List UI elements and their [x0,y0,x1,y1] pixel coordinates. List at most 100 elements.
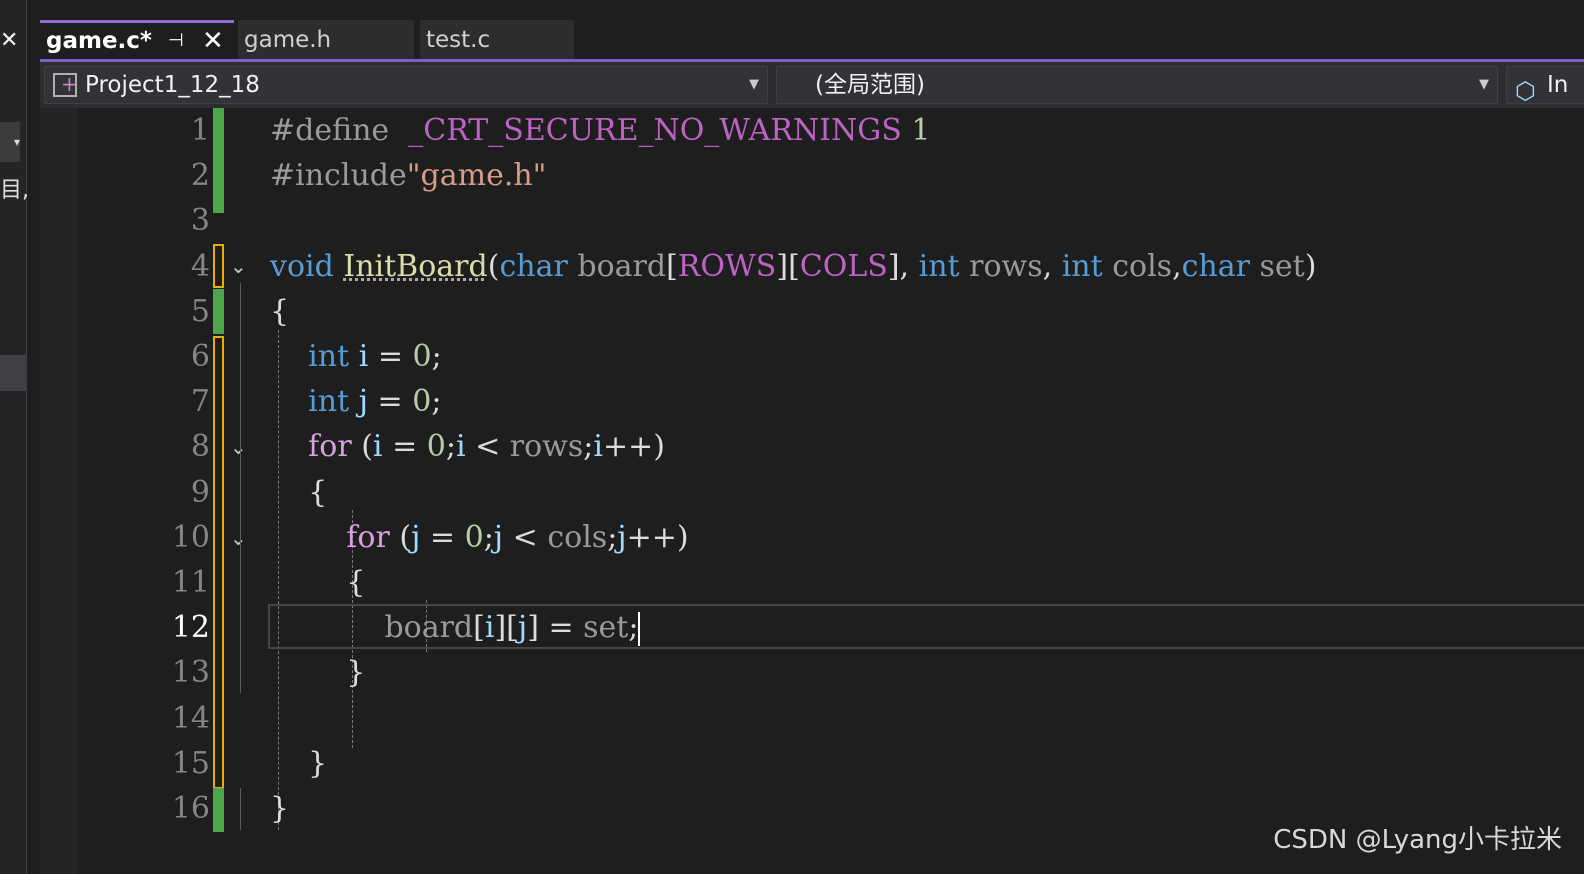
saved-change-marker [213,788,224,832]
tab-test-c[interactable]: test.c [420,20,574,60]
code-token: "game.h" [406,158,547,194]
code-token: int [918,248,960,284]
code-token: = [368,339,413,374]
code-token: set [583,610,629,646]
code-token: ; [583,429,594,465]
code-token: i [372,429,383,465]
code-line[interactable]: { [270,470,327,515]
code-token: j [617,519,627,555]
code-line[interactable]: #include"game.h" [270,153,546,198]
code-token: { [270,474,328,510]
scope-name: (全局范围) [815,72,925,98]
saved-change-marker [213,289,224,334]
code-token: for [308,429,352,465]
code-line[interactable]: board[i][j] = set; [270,605,641,650]
close-icon[interactable]: ✕ [0,28,18,53]
code-token: i [455,429,466,465]
selected-tree-item[interactable] [0,355,26,391]
code-token: ; [431,339,442,374]
code-token: int [1061,248,1103,284]
scope-dropdown[interactable]: (全局范围) ▼ [776,66,1498,104]
chevron-down-icon[interactable]: ▾ [0,122,20,162]
close-tab-icon[interactable]: ✕ [202,23,224,59]
pin-icon[interactable]: ⊣ [168,23,184,59]
code-line[interactable]: void InitBoard(char board[ROWS][COLS], i… [270,244,1316,289]
code-token: ++) [602,429,665,465]
watermark: CSDN @Lyang小卡拉米 [1273,825,1562,855]
code-token: j [358,384,368,420]
code-line[interactable]: { [270,289,289,334]
code-line[interactable]: int j = 0; [270,379,441,424]
code-line[interactable]: { [270,560,365,605]
code-token: = [368,384,413,420]
code-token: ++) [626,519,689,555]
code-token: char [499,248,568,284]
code-token: ; [607,519,618,555]
code-token: [ [473,610,485,646]
code-token: , [1042,248,1062,284]
code-token: char [1181,248,1250,284]
saved-change-marker [213,108,224,213]
code-token: #define [270,113,399,148]
code-line[interactable]: int i = 0; [270,334,442,379]
fold-toggle-icon[interactable]: ⌄ [230,516,247,561]
tab-game-c[interactable]: game.c* ⊣ ✕ [40,20,234,60]
code-token: i [358,339,369,374]
code-token: ( [351,429,373,465]
code-line[interactable]: for (i = 0;i < rows;i++) [270,424,665,469]
code-token: for [346,519,390,555]
code-token: #include [270,158,407,194]
member-dropdown[interactable]: ⬡ In [1506,66,1584,105]
line-number: 11 [171,565,210,600]
project-icon [53,66,78,102]
code-line[interactable]: } [270,786,289,831]
tab-label: test.c [426,27,491,53]
line-number: 1 [190,113,210,148]
code-line[interactable]: #define _CRT_SECURE_NO_WARNINGS 1 [270,108,930,153]
code-token: ; [445,429,456,465]
line-number: 3 [190,203,210,239]
code-token: } [270,655,366,691]
code-token: void [270,248,334,284]
code-token: } [270,791,290,826]
fold-region-line [240,283,241,693]
code-token: board [384,610,474,646]
tab-game-h[interactable]: game.h [238,20,414,60]
fold-toggle-icon[interactable]: ⌄ [230,425,247,470]
unsaved-change-marker [213,244,224,288]
member-name: In [1547,72,1569,98]
code-token: [ [666,248,678,284]
code-token: board [577,248,667,284]
line-number: 6 [190,339,210,374]
code-token: ROWS [677,248,777,284]
code-line[interactable]: } [270,741,327,786]
panel-partial-text: 目, [0,178,29,203]
fold-toggle-icon[interactable]: ⌄ [230,244,247,289]
code-token: 0 [412,339,432,374]
line-number: 4 [190,248,210,284]
code-line[interactable]: } [270,650,365,695]
code-token: 0 [412,384,432,420]
line-number: 12 [171,610,210,646]
code-token: 1 [911,113,931,148]
code-token: cols [547,519,608,555]
code-line[interactable]: for (j = 0;j < cols;j++) [270,515,689,560]
code-editor[interactable]: ⌄ ⌄ ⌄ 1 2 3 4 5 6 7 8 9 10 11 12 13 14 15 16 #define _C… [40,108,1584,874]
project-dropdown[interactable]: Project1_12_18 ▼ [44,66,768,104]
navigation-bar: Project1_12_18 ▼ (全局范围) ▼ ⬡ In [40,62,1584,108]
code-token: { [270,293,290,329]
code-token: } [270,745,328,781]
cube-icon: ⬡ [1515,77,1536,105]
tab-label: game.h [244,27,332,53]
document-tab-bar: game.c* ⊣ ✕ game.h test.c [40,18,1584,60]
line-number: 16 [171,791,210,826]
code-token: = [382,429,427,465]
code-token: j [493,519,504,555]
code-token: < [465,429,510,465]
